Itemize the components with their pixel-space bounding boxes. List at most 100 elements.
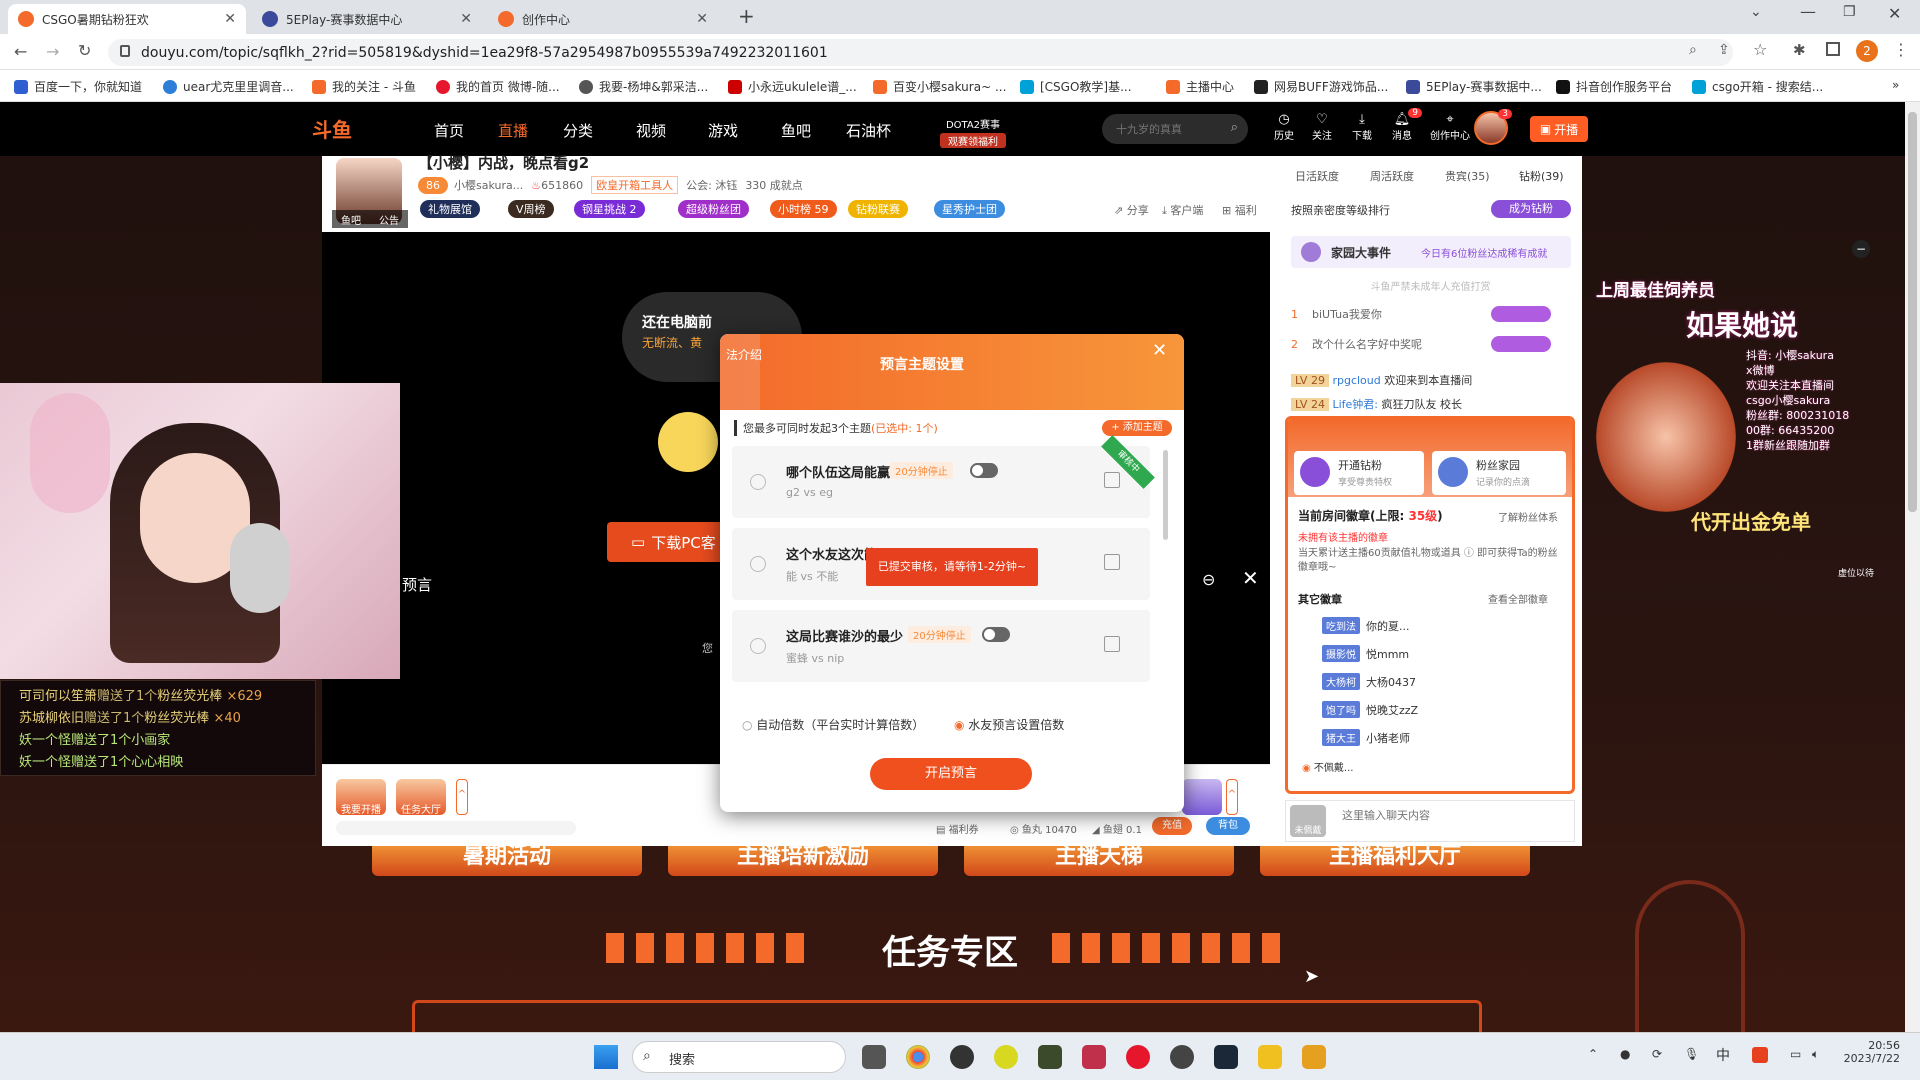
family-event-banner[interactable]: 家园大事件 今日有6位粉丝达成稀有成就 [1291,236,1571,268]
start-prediction-button[interactable]: 开启预言 [870,758,1032,790]
modal-close-icon[interactable]: ✕ [1152,340,1167,361]
view-all-badges-link[interactable]: 查看全部徽章 [1488,591,1548,606]
close-window-icon[interactable]: ✕ [1888,4,1901,23]
chip-diamond-league[interactable]: 钻粉联赛 [848,200,908,218]
folder-icon[interactable] [1258,1045,1282,1069]
badge-row[interactable]: 摄影悦 悦mmm [1310,645,1409,662]
close-tab-icon[interactable]: ✕ [460,11,472,27]
scrollbar-thumb[interactable] [1908,112,1917,512]
nav-fishbar[interactable]: 鱼吧 [781,120,811,141]
go-live-gift[interactable]: 我要开播 [336,779,386,816]
forward-icon[interactable]: → [46,42,59,61]
steam-icon[interactable] [1214,1045,1238,1069]
app-icon[interactable] [994,1045,1018,1069]
badge-row[interactable]: 饱了吗 悦晚艾zzZ [1310,701,1418,718]
bookmark-uear[interactable]: uear尤克里里调音... [163,78,294,95]
chat-input[interactable] [1342,805,1562,825]
nav-oilcup[interactable]: 石油杯 [846,120,891,141]
page-scrollbar[interactable] [1905,102,1920,1032]
prediction-topic[interactable]: 这个水友这次能 能 vs 不能 已提交审核，请等待1-2分钟~ [732,528,1150,600]
nav-video[interactable]: 视频 [636,120,666,141]
windows-start-icon[interactable] [594,1045,618,1069]
streamer-name[interactable]: 小樱sakura... [454,177,523,193]
minimize-icon[interactable]: — [1800,2,1816,21]
rules-tab[interactable]: 法介绍 [726,346,762,363]
bookmark-baidu[interactable]: 百度一下，你就知道 [14,78,142,95]
nav-games[interactable]: 游戏 [708,120,738,141]
volume-icon[interactable]: 🔈︎ [1812,1047,1819,1062]
tab-csgo[interactable]: CSGO暑期钻粉狂欢 ✕ [8,4,246,34]
no-wear-option[interactable]: ◉ 不佩戴... [1302,759,1353,774]
bookmark-csgo-case[interactable]: csgo开箱 - 搜索结... [1692,78,1823,95]
prediction-topic[interactable]: 这局比赛谁沙的最少 20分钟停止 蜜蜂 vs nip [732,610,1150,682]
close-panel-icon[interactable]: ✕ [1242,566,1259,590]
sync-icon[interactable]: ⟳ [1652,1047,1662,1061]
open-fan-button[interactable]: 开通钻粉 享受尊贵特权 [1294,451,1424,495]
zoom-icon[interactable]: ⌕ [1689,42,1697,58]
topic-radio[interactable] [750,556,766,572]
follow-button[interactable]: ♡ 关注 [1310,112,1334,142]
chat-user[interactable]: rpgcloud [1332,374,1380,387]
edit-icon[interactable] [1104,636,1120,652]
welfare-button[interactable]: ⊞ 福利 [1222,202,1257,218]
netease-music-icon[interactable] [1126,1045,1150,1069]
bookmark-sakura[interactable]: 百变小樱sakura~ ... [873,78,1006,95]
backpack-button[interactable]: 背包 [1206,817,1250,835]
topic-toggle[interactable] [982,627,1010,642]
edit-icon[interactable] [1104,472,1120,488]
edit-icon[interactable] [1104,554,1120,570]
douyu-logo[interactable]: 斗鱼 [312,114,382,144]
topic-radio[interactable] [750,638,766,654]
dota2-promo[interactable]: DOTA2赛事 观赛领福利 [940,116,1006,148]
mode-auto-option[interactable]: ○ 自动倍数（平台实时计算倍数） [742,716,924,733]
download-button[interactable]: ⤓ 下载 [1350,112,1374,142]
welfare-coupon[interactable]: ▤ 福利券 [936,821,979,836]
tab-diamond[interactable]: 钻粉(39) [1519,168,1564,184]
become-fan-button[interactable]: 成为钻粉 [1491,200,1571,218]
user-avatar[interactable]: 3 [1474,109,1512,145]
modal-scrollbar[interactable] [1163,450,1168,540]
profile-avatar[interactable]: 2 [1856,40,1878,62]
back-icon[interactable]: ← [14,42,27,61]
bookmark-5eplay[interactable]: 5EPlay-赛事数据中... [1406,78,1542,95]
chip-v-week[interactable]: V周榜 [508,200,554,218]
badge-row[interactable]: 猪大王 小猪老师 [1310,729,1410,746]
tool-tag[interactable]: 欧皇开箱工具人 [591,176,679,194]
bookmark-csgo-teach[interactable]: [CSGO教学]基... [1020,78,1132,95]
close-tab-icon[interactable]: ✕ [696,11,708,27]
expand-icon[interactable]: ^ [1226,779,1238,815]
chip-super-fan[interactable]: 超级粉丝团 [678,200,749,218]
network-icon[interactable]: ▭ [1790,1047,1801,1061]
extensions-icon[interactable]: ✱ [1793,41,1806,59]
topic-toggle[interactable] [970,463,998,478]
expand-icon[interactable]: ^ [456,779,468,815]
bookmark-ukulele[interactable]: 小永远ukulele谱_... [728,78,857,95]
search-box[interactable]: ⌕ [1102,114,1248,144]
tab-5eplay[interactable]: 5EPlay-赛事数据中心 ✕ [252,4,482,34]
chip-nurse-team[interactable]: 星秀护士团 [934,200,1005,218]
bookmark-streamer-center[interactable]: 主播中心 [1166,78,1234,95]
bookmark-douyin[interactable]: 抖音创作服务平台 [1556,78,1672,95]
csgo-icon[interactable] [1038,1045,1062,1069]
tray-app-icon[interactable]: ● [1620,1047,1630,1061]
bookmark-weibo[interactable]: 我的首页 微博-随... [436,78,560,95]
learn-fan-system-link[interactable]: 了解粉丝体系 [1498,509,1558,524]
chip-hour-rank[interactable]: 小时榜 59 [770,200,837,218]
recharge-button[interactable]: 充值 [1152,817,1192,835]
app-icon[interactable] [1170,1045,1194,1069]
new-tab-icon[interactable]: + [738,4,755,28]
more-icon[interactable]: ⊖ [1202,570,1215,589]
chat-user[interactable]: Life钟君: [1332,398,1378,411]
tab-vip[interactable]: 贵宾(35) [1445,168,1490,184]
tab-fishbar[interactable]: 鱼吧 [341,212,361,227]
share-button[interactable]: ⇗ 分享 [1114,202,1149,218]
tab-list-icon[interactable]: ⌄ [1750,4,1762,20]
chip-star-challenge[interactable]: 钢星挑战 2 [574,200,645,218]
close-tab-icon[interactable]: ✕ [224,11,236,27]
nav-home[interactable]: 首页 [434,120,464,141]
search-icon[interactable]: ⌕ [1231,120,1238,135]
menu-icon[interactable]: ⋮ [1893,40,1909,59]
app-icon[interactable] [1082,1045,1106,1069]
tab-daily[interactable]: 日活跃度 [1295,168,1339,184]
url-field[interactable]: douyu.com/topic/sqflkh_2?rid=505819&dysh… [108,39,1733,66]
